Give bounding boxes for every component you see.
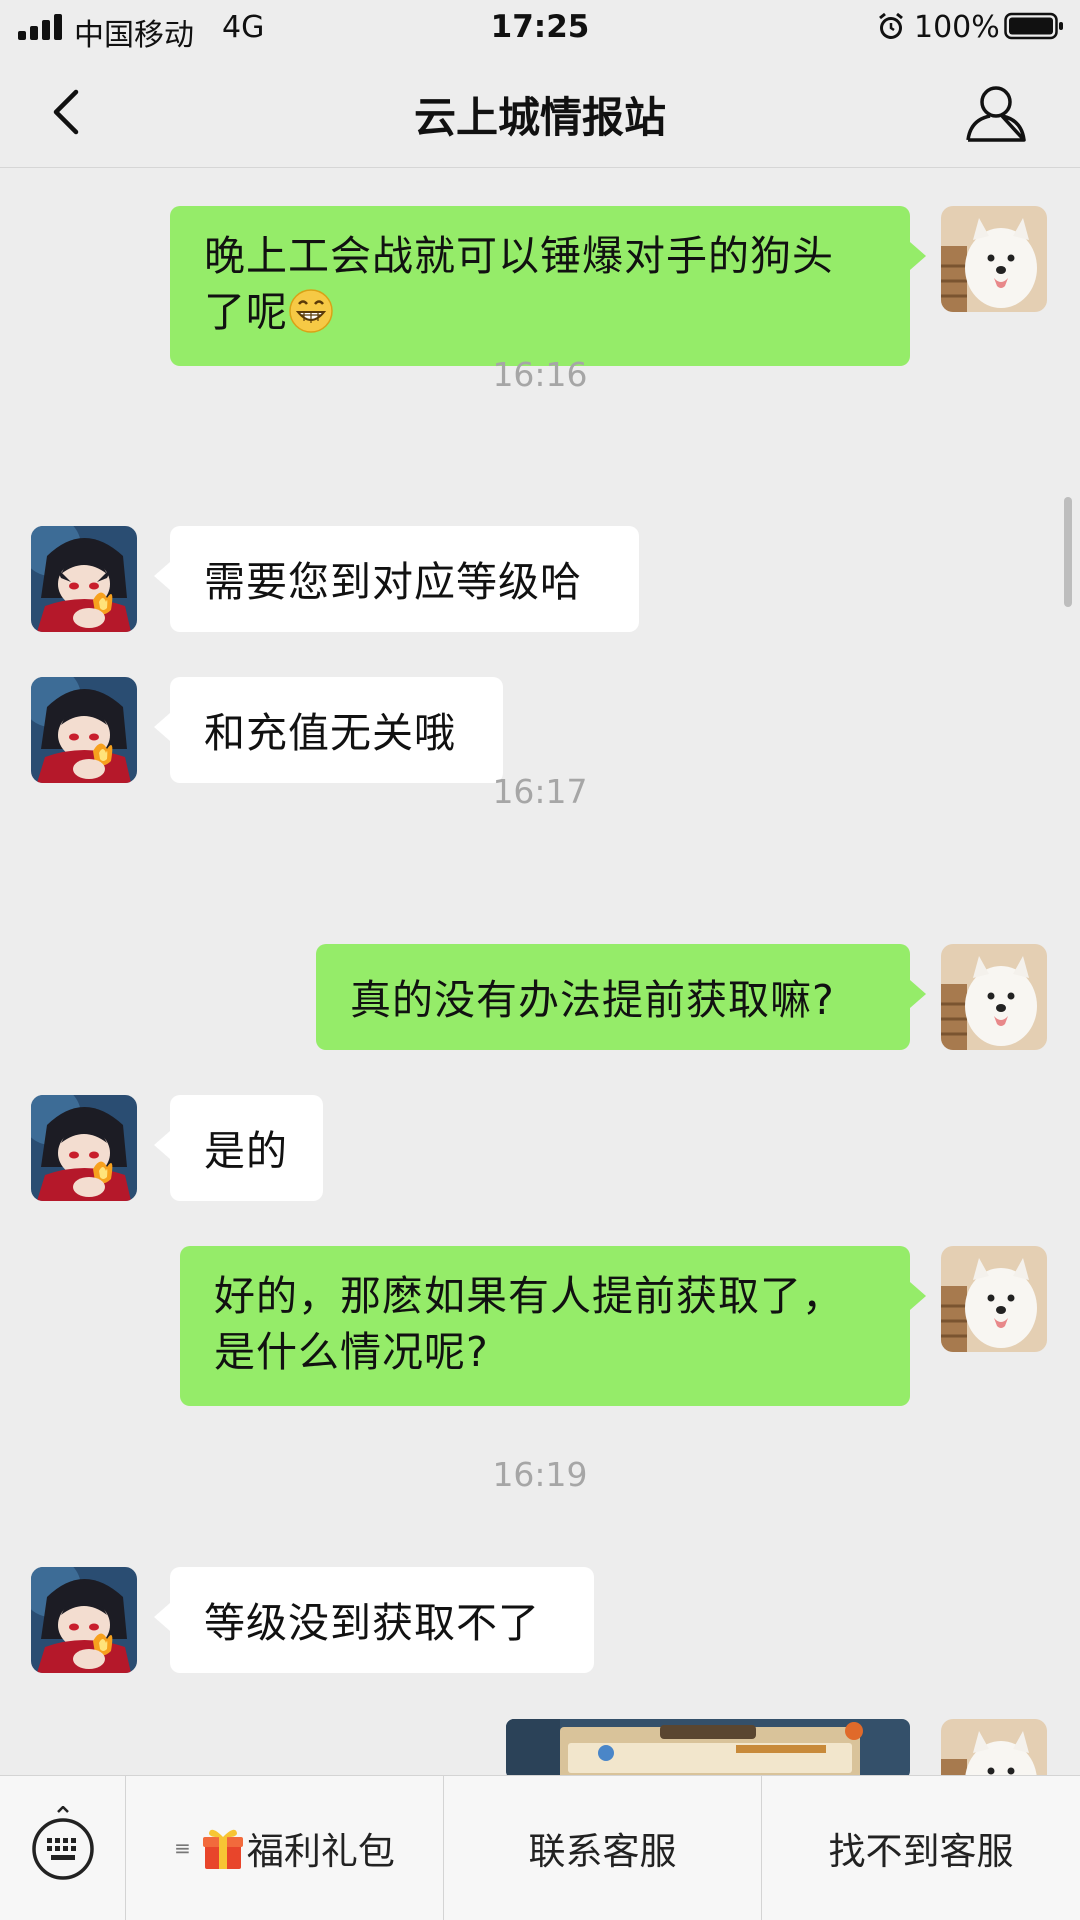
message-bubble-incoming[interactable]: 是的 <box>154 1095 323 1201</box>
avatar-service[interactable] <box>31 677 137 783</box>
avatar-self[interactable] <box>941 206 1047 312</box>
menu-item-label: 福利礼包 <box>246 1830 395 1873</box>
keyboard-icon <box>32 1806 94 1880</box>
message-text: 是的 <box>204 1127 288 1175</box>
profile-icon[interactable] <box>962 82 1030 144</box>
message-text: 晚上工会战就可以锤爆对手的狗头 <box>204 232 834 280</box>
avatar-self[interactable] <box>941 1719 1047 1775</box>
message-text: 了呢 <box>204 284 876 340</box>
timestamp: 16:17 <box>492 772 588 811</box>
menu-item-label: 联系客服 <box>528 1830 677 1873</box>
menu-item-welfare[interactable]: ≡ 福利礼包 <box>126 1776 444 1920</box>
avatar-self[interactable] <box>941 944 1047 1050</box>
avatar-service[interactable] <box>31 1567 137 1673</box>
battery-icon <box>1004 12 1063 40</box>
message-bubble-outgoing[interactable]: 好的，那麽如果有人提前获取了， 是什么情况呢? <box>180 1246 926 1406</box>
message-text: 好的，那麽如果有人提前获取了， <box>214 1272 844 1320</box>
message-text: 需要您到对应等级哈 <box>204 558 582 606</box>
image-message[interactable] <box>506 1719 910 1775</box>
gift-icon <box>202 1829 243 1869</box>
message-bubble-outgoing[interactable]: 真的没有办法提前获取嘛? <box>316 944 926 1050</box>
scrollbar[interactable] <box>1064 497 1072 607</box>
menu-item-label: 找不到客服 <box>828 1830 1014 1873</box>
submenu-icon: ≡ <box>174 1836 191 1860</box>
message-bubble-incoming[interactable]: 等级没到获取不了 <box>154 1567 594 1673</box>
avatar-service[interactable] <box>31 1095 137 1201</box>
message-text: 等级没到获取不了 <box>204 1599 540 1647</box>
message-bubble-incoming[interactable]: 需要您到对应等级哈 <box>154 526 639 632</box>
menu-item-contact-service[interactable]: 联系客服 <box>444 1776 762 1920</box>
message-text: 和充值无关哦 <box>204 709 456 757</box>
keyboard-toggle-button[interactable] <box>0 1776 126 1920</box>
alarm-icon <box>879 12 903 39</box>
message-bubble-outgoing[interactable]: 晚上工会战就可以锤爆对手的狗头 了呢 <box>170 206 926 366</box>
chat-area[interactable]: 晚上工会战就可以锤爆对手的狗头 了呢 16:16 需要您到对应等级哈 和充值无关… <box>0 169 1080 1775</box>
avatar-self[interactable] <box>941 1246 1047 1352</box>
timestamp: 16:16 <box>492 355 588 394</box>
message-text: 真的没有办法提前获取嘛? <box>350 976 835 1024</box>
grinning-emoji-icon <box>289 289 333 333</box>
message-text: 是什么情况呢? <box>214 1328 489 1376</box>
timestamp: 16:19 <box>492 1455 588 1494</box>
nav-bar: 云上城情报站 <box>0 56 1080 168</box>
game-screenshot-thumbnail <box>506 1719 910 1775</box>
status-bar: 中国移动 4G 17:25 100% <box>0 0 1080 56</box>
message-bubble-incoming[interactable]: 和充值无关哦 <box>154 677 503 783</box>
bottom-menu: ≡ 福利礼包 联系客服 找不到客服 <box>0 1775 1080 1920</box>
avatar-service[interactable] <box>31 526 137 632</box>
battery-percent: 100% <box>914 10 1000 45</box>
chat-title: 云上城情报站 <box>413 93 666 142</box>
menu-item-cannot-find-service[interactable]: 找不到客服 <box>762 1776 1080 1920</box>
